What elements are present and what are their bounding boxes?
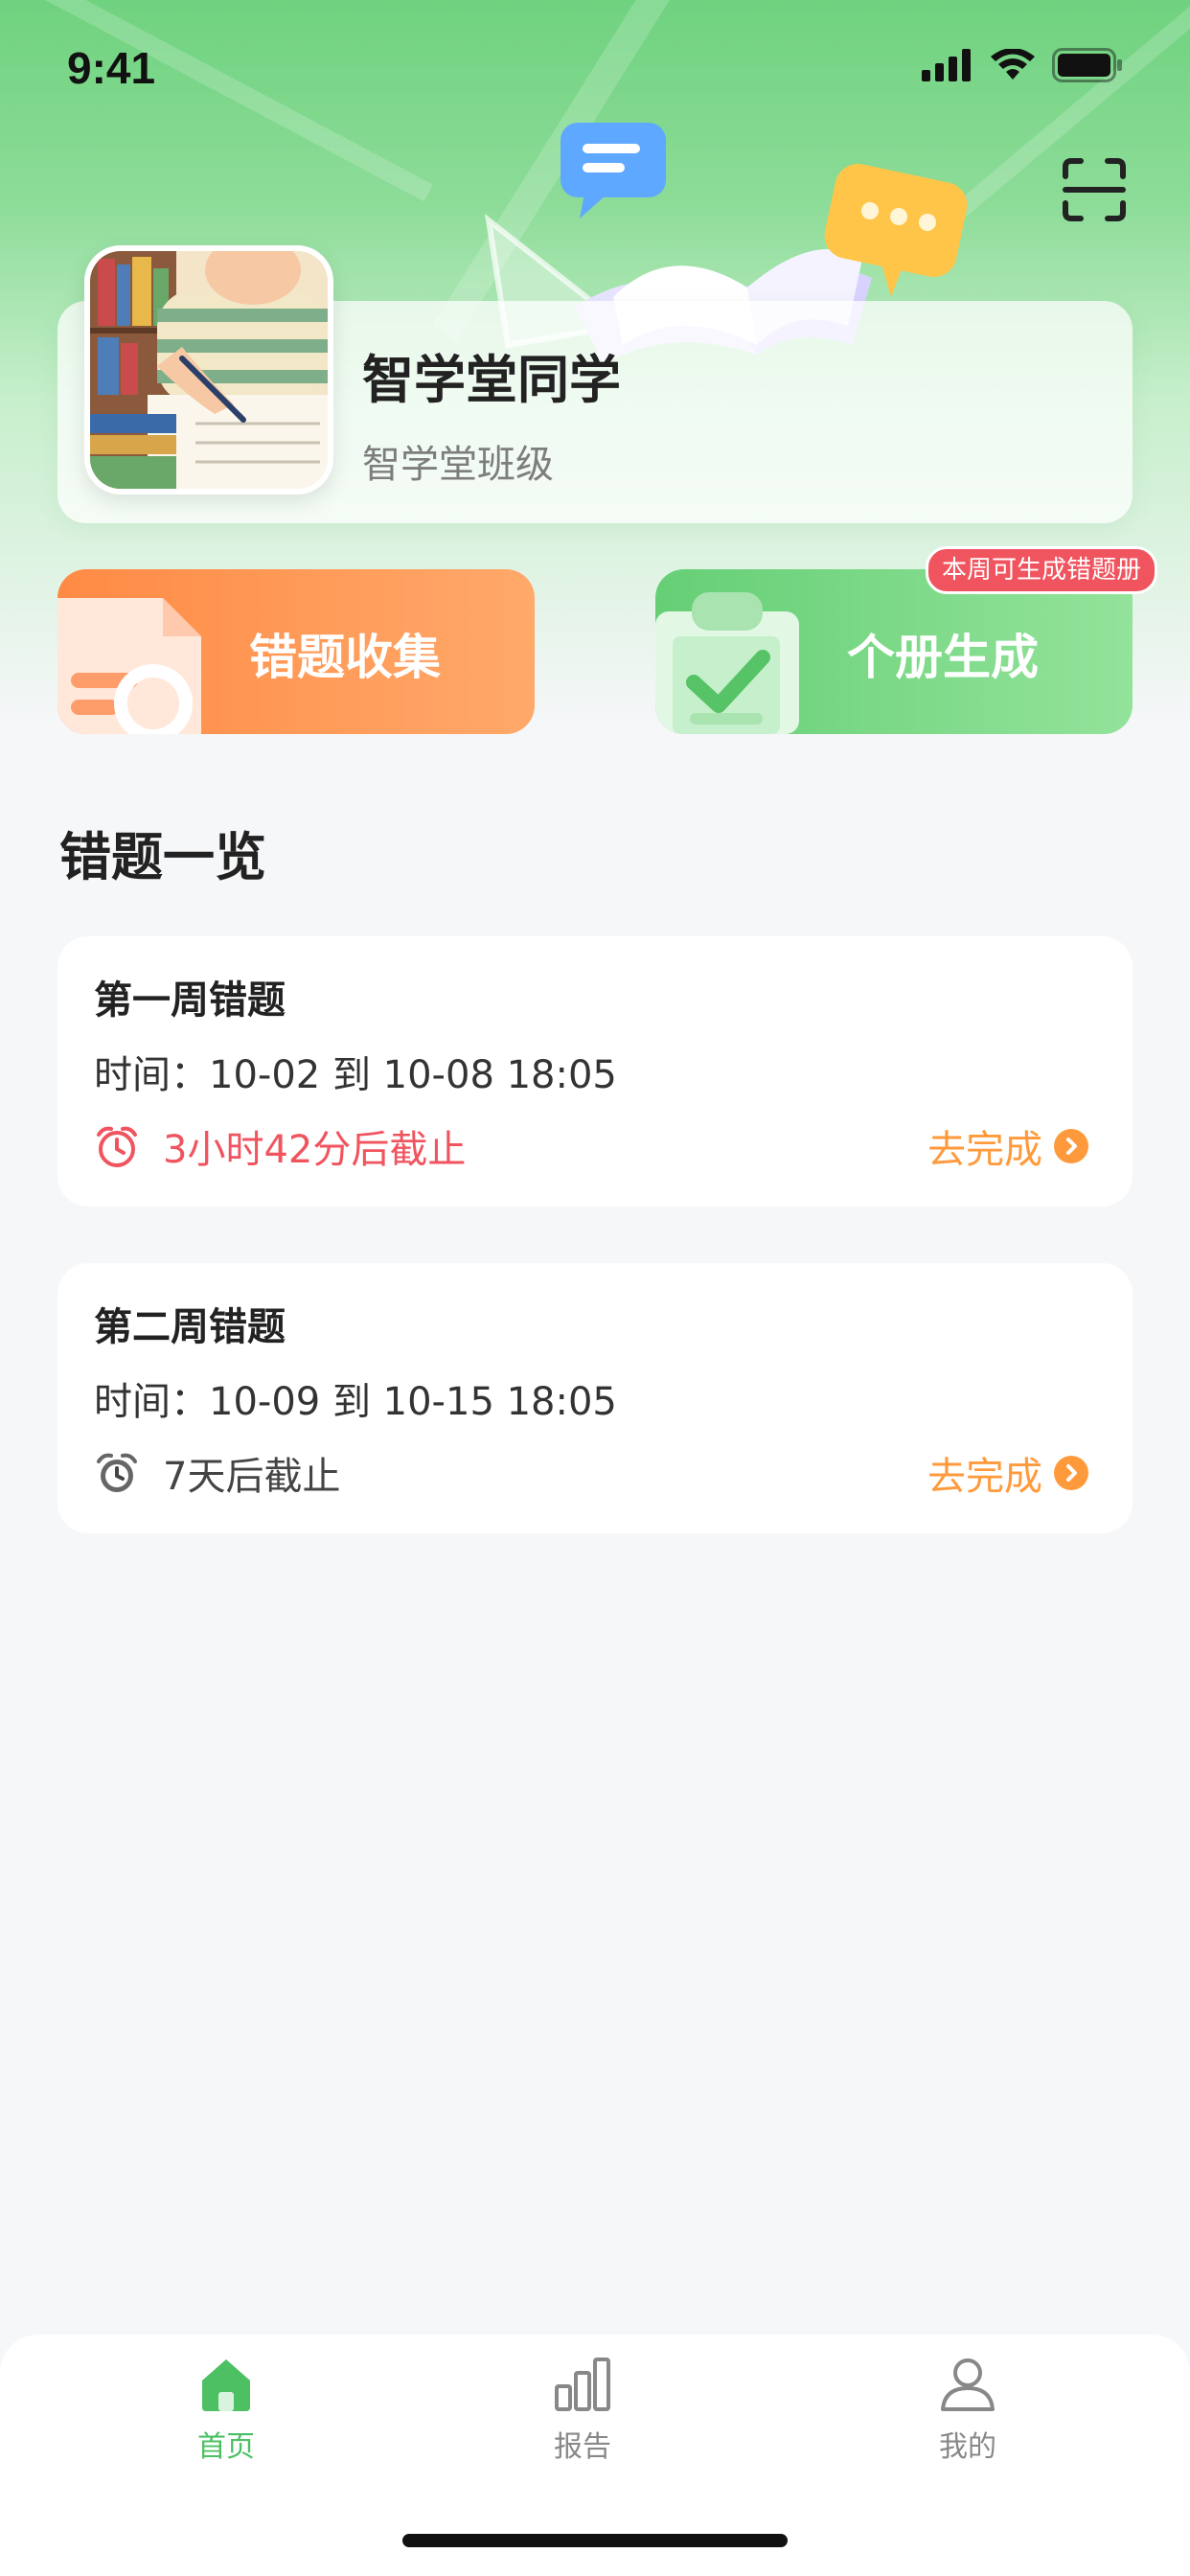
go-complete-button[interactable]: 去完成 [927, 1118, 1088, 1174]
go-complete-label: 去完成 [927, 1128, 1042, 1172]
chevron-right-icon [1054, 1456, 1088, 1490]
alarm-clock-icon [97, 1126, 137, 1167]
mistake-week-card[interactable]: 第一周错题 时间：10-02 到 10-08 18:05 3小时42分后截止 去… [57, 936, 1133, 1207]
status-icons [922, 48, 1123, 82]
promo-badge: 本周可生成错题册 [926, 546, 1158, 594]
card-time: 时间：10-02 到 10-08 18:05 [94, 1053, 617, 1097]
go-complete-button[interactable]: 去完成 [927, 1445, 1088, 1501]
card-time: 时间：10-09 到 10-15 18:05 [94, 1380, 617, 1424]
collect-mistakes-button[interactable]: 错题收集 [57, 569, 535, 734]
card-deadline: 3小时42分后截止 [94, 1118, 466, 1174]
deadline-text: 3小时42分后截止 [163, 1128, 467, 1172]
user-name: 智学堂同学 [362, 350, 621, 410]
go-complete-label: 去完成 [927, 1455, 1042, 1499]
home-icon [202, 2359, 250, 2411]
student-illustration [90, 251, 328, 489]
battery-icon [1052, 48, 1122, 82]
card-title: 第一周错题 [94, 978, 286, 1023]
alarm-clock-icon [97, 1453, 137, 1492]
card-title: 第二周错题 [94, 1305, 286, 1349]
user-class: 智学堂班级 [362, 443, 554, 487]
chevron-right-icon [1054, 1129, 1088, 1163]
section-title: 错题一览 [59, 827, 266, 887]
user-icon [941, 2358, 995, 2411]
scan-icon[interactable] [1062, 157, 1127, 222]
wifi-icon [991, 49, 1035, 80]
card-deadline: 7天后截止 [94, 1445, 340, 1501]
generate-booklet-label: 个册生成 [847, 630, 1039, 685]
tab-label: 首页 [197, 2430, 255, 2464]
tab-label: 我的 [939, 2430, 996, 2464]
collect-mistakes-label: 错题收集 [249, 630, 441, 685]
document-search-icon [57, 598, 201, 734]
home-indicator[interactable] [402, 2534, 788, 2547]
clipboard-check-icon [655, 592, 799, 734]
bar-chart-icon [555, 2358, 610, 2411]
tab-home[interactable]: 首页 [130, 2356, 322, 2480]
mistake-week-card[interactable]: 第二周错题 时间：10-09 到 10-15 18:05 7天后截止 去完成 [57, 1263, 1133, 1533]
tab-label: 报告 [554, 2430, 611, 2464]
signal-icon [922, 49, 971, 81]
status-bar: 9:41 [0, 0, 1190, 134]
tab-mine[interactable]: 我的 [872, 2356, 1064, 2480]
avatar[interactable] [84, 245, 333, 494]
status-time: 9:41 [67, 43, 156, 93]
tab-report[interactable]: 报告 [487, 2356, 678, 2480]
deadline-text: 7天后截止 [163, 1455, 341, 1499]
